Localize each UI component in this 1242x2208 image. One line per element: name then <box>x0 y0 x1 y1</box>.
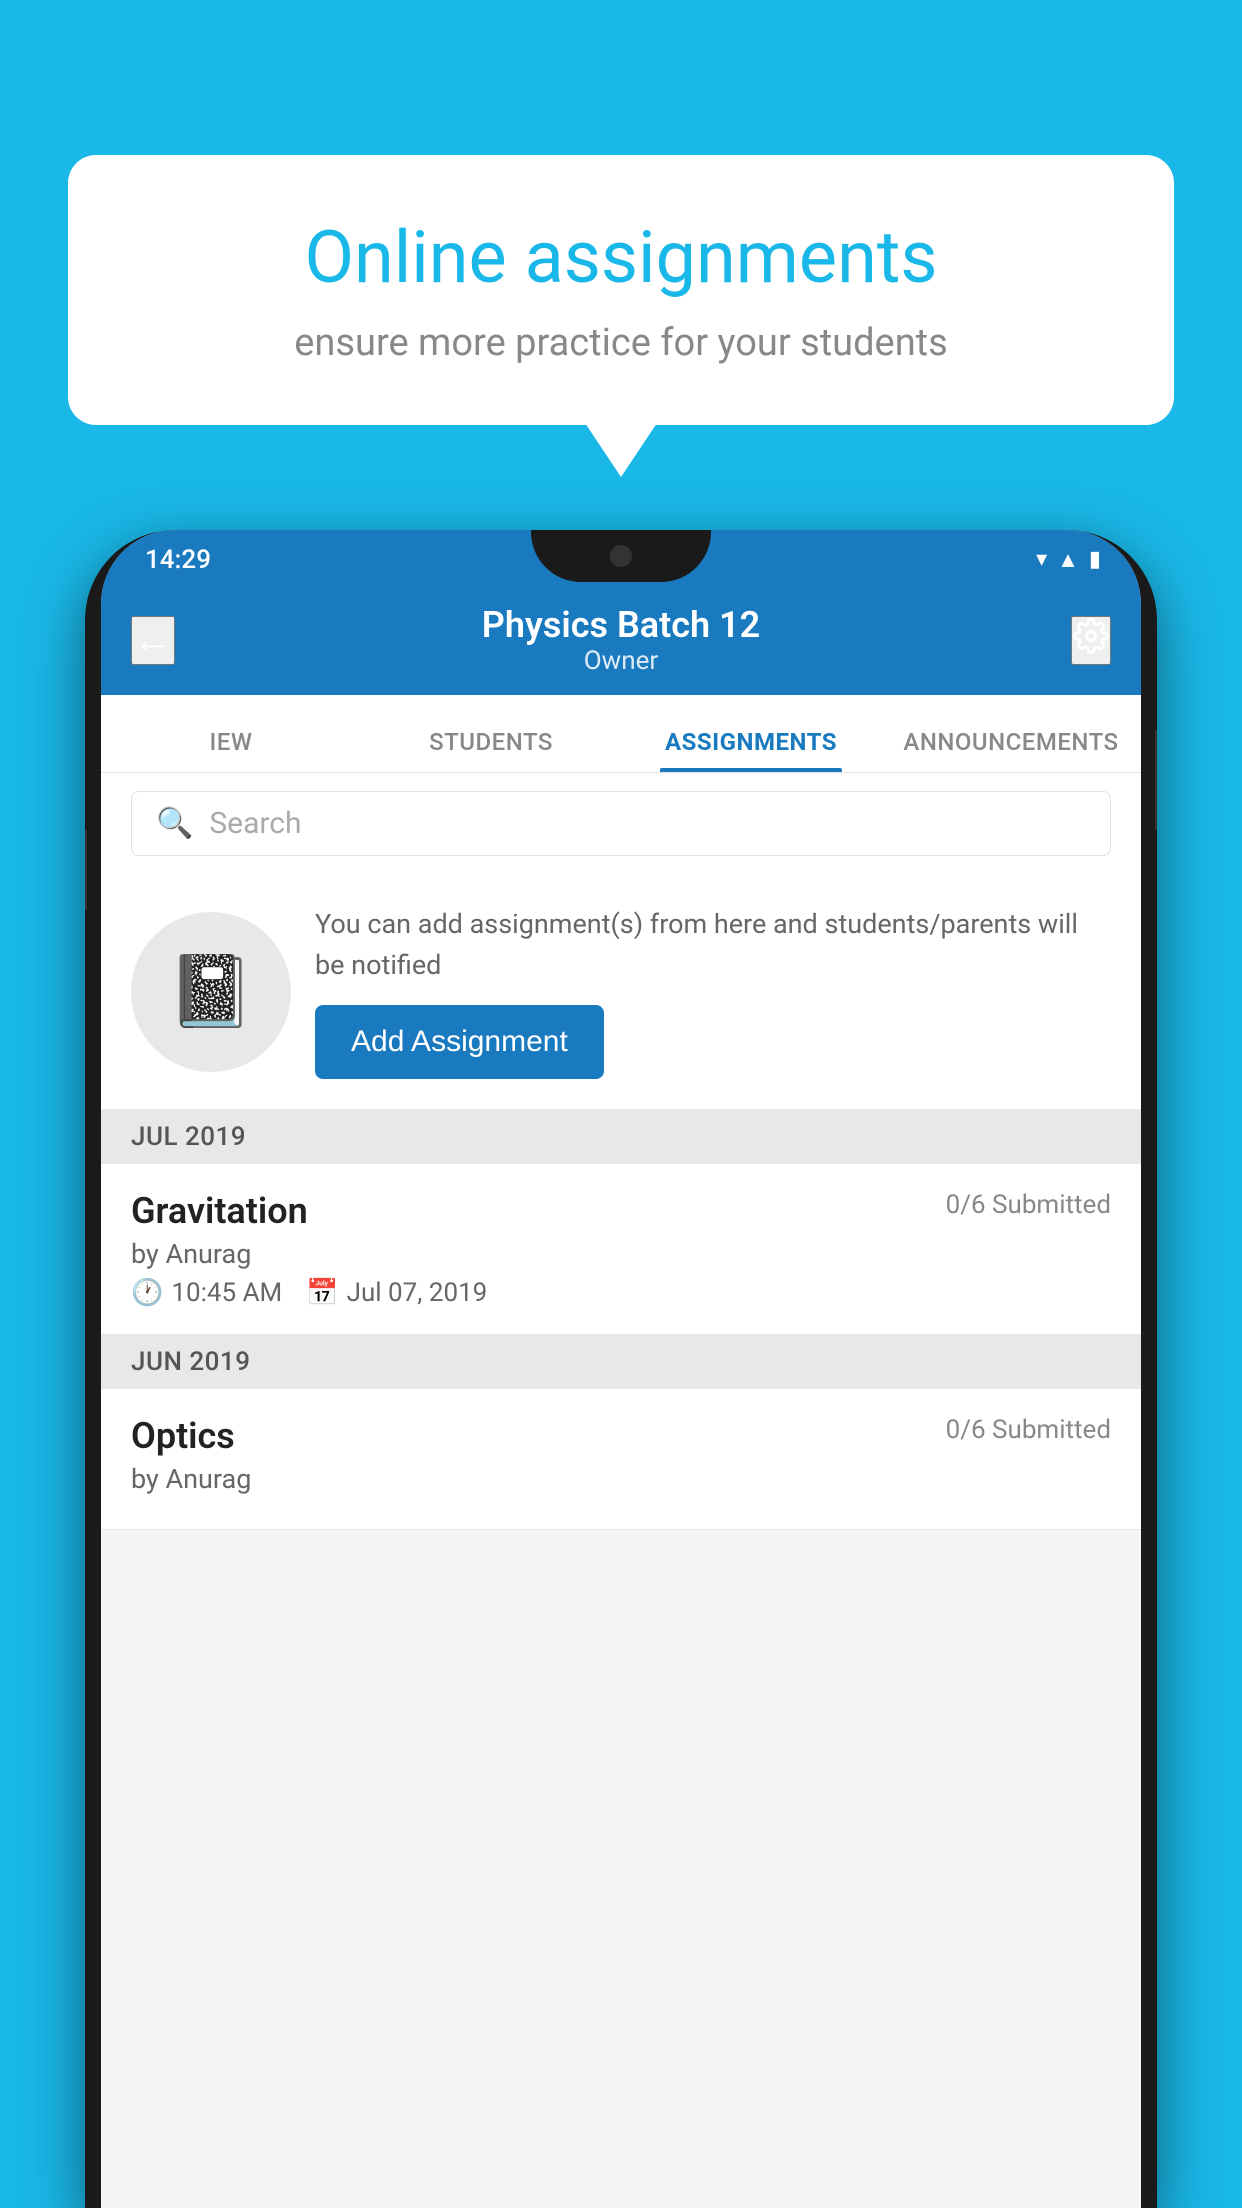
assignment-author-gravitation: by Anurag <box>131 1238 1111 1270</box>
status-icons: ▾ ▲ ▮ <box>1036 543 1101 573</box>
side-button-right <box>1155 730 1157 830</box>
assignment-item-optics[interactable]: Optics 0/6 Submitted by Anurag <box>101 1389 1141 1530</box>
tab-announcements[interactable]: ANNOUNCEMENTS <box>881 728 1141 772</box>
speech-bubble: Online assignments ensure more practice … <box>68 155 1174 425</box>
app-bar-title: Physics Batch 12 <box>482 604 760 646</box>
phone-inner: 14:29 ▾ ▲ ▮ ← Physics Batch 12 Owner <box>101 530 1141 2208</box>
app-bar-subtitle: Owner <box>482 646 760 676</box>
assignment-submitted-gravitation: 0/6 Submitted <box>946 1190 1111 1220</box>
tabs-bar: IEW STUDENTS ASSIGNMENTS ANNOUNCEMENTS <box>101 695 1141 773</box>
wifi-icon: ▾ <box>1036 547 1047 572</box>
assignment-row-top-optics: Optics 0/6 Submitted <box>131 1415 1111 1457</box>
settings-button[interactable] <box>1071 616 1111 665</box>
app-bar: ← Physics Batch 12 Owner <box>101 585 1141 695</box>
assignment-submitted-optics: 0/6 Submitted <box>946 1415 1111 1445</box>
search-bar-container: 🔍 Search <box>101 773 1141 874</box>
section-header-jul: JUL 2019 <box>101 1110 1141 1164</box>
status-time: 14:29 <box>145 541 211 575</box>
back-button[interactable]: ← <box>131 616 175 665</box>
assignment-time-gravitation: 🕐 10:45 AM <box>131 1278 282 1308</box>
speech-bubble-title: Online assignments <box>138 215 1104 301</box>
search-icon: 🔍 <box>156 806 193 841</box>
camera-dot <box>610 545 632 567</box>
promo-text-wrap: You can add assignment(s) from here and … <box>315 904 1111 1079</box>
speech-bubble-container: Online assignments ensure more practice … <box>68 155 1174 425</box>
tab-students[interactable]: STUDENTS <box>361 728 621 772</box>
assignment-item-gravitation[interactable]: Gravitation 0/6 Submitted by Anurag 🕐 10… <box>101 1164 1141 1335</box>
promo-icon-circle: 📓 <box>131 912 291 1072</box>
calendar-icon: 📅 <box>306 1278 338 1308</box>
screen-content: 🔍 Search 📓 You can add assignment(s) fro… <box>101 773 1141 2208</box>
promo-box: 📓 You can add assignment(s) from here an… <box>101 874 1141 1110</box>
app-bar-title-wrap: Physics Batch 12 Owner <box>482 604 760 676</box>
signal-icon: ▲ <box>1057 547 1079 573</box>
add-assignment-button[interactable]: Add Assignment <box>315 1005 604 1079</box>
phone-notch <box>531 530 711 582</box>
speech-bubble-subtitle: ensure more practice for your students <box>138 321 1104 365</box>
search-input-wrap[interactable]: 🔍 Search <box>131 791 1111 856</box>
assignment-author-optics: by Anurag <box>131 1463 1111 1495</box>
search-placeholder-text: Search <box>209 806 301 841</box>
phone-container: 14:29 ▾ ▲ ▮ ← Physics Batch 12 Owner <box>85 530 1157 2208</box>
assignment-row-top: Gravitation 0/6 Submitted <box>131 1190 1111 1232</box>
clock-icon: 🕐 <box>131 1278 163 1308</box>
phone-frame: 14:29 ▾ ▲ ▮ ← Physics Batch 12 Owner <box>85 530 1157 2208</box>
tab-assignments[interactable]: ASSIGNMENTS <box>621 728 881 772</box>
assignment-meta-gravitation: 🕐 10:45 AM 📅 Jul 07, 2019 <box>131 1278 1111 1308</box>
section-header-jun: JUN 2019 <box>101 1335 1141 1389</box>
assignment-title-gravitation: Gravitation <box>131 1190 308 1232</box>
notebook-icon: 📓 <box>167 951 254 1033</box>
assignment-date-gravitation: 📅 Jul 07, 2019 <box>306 1278 487 1308</box>
side-button-left <box>85 830 87 910</box>
tab-iew[interactable]: IEW <box>101 728 361 772</box>
promo-description: You can add assignment(s) from here and … <box>315 904 1111 985</box>
battery-icon: ▮ <box>1089 547 1101 572</box>
assignment-title-optics: Optics <box>131 1415 235 1457</box>
